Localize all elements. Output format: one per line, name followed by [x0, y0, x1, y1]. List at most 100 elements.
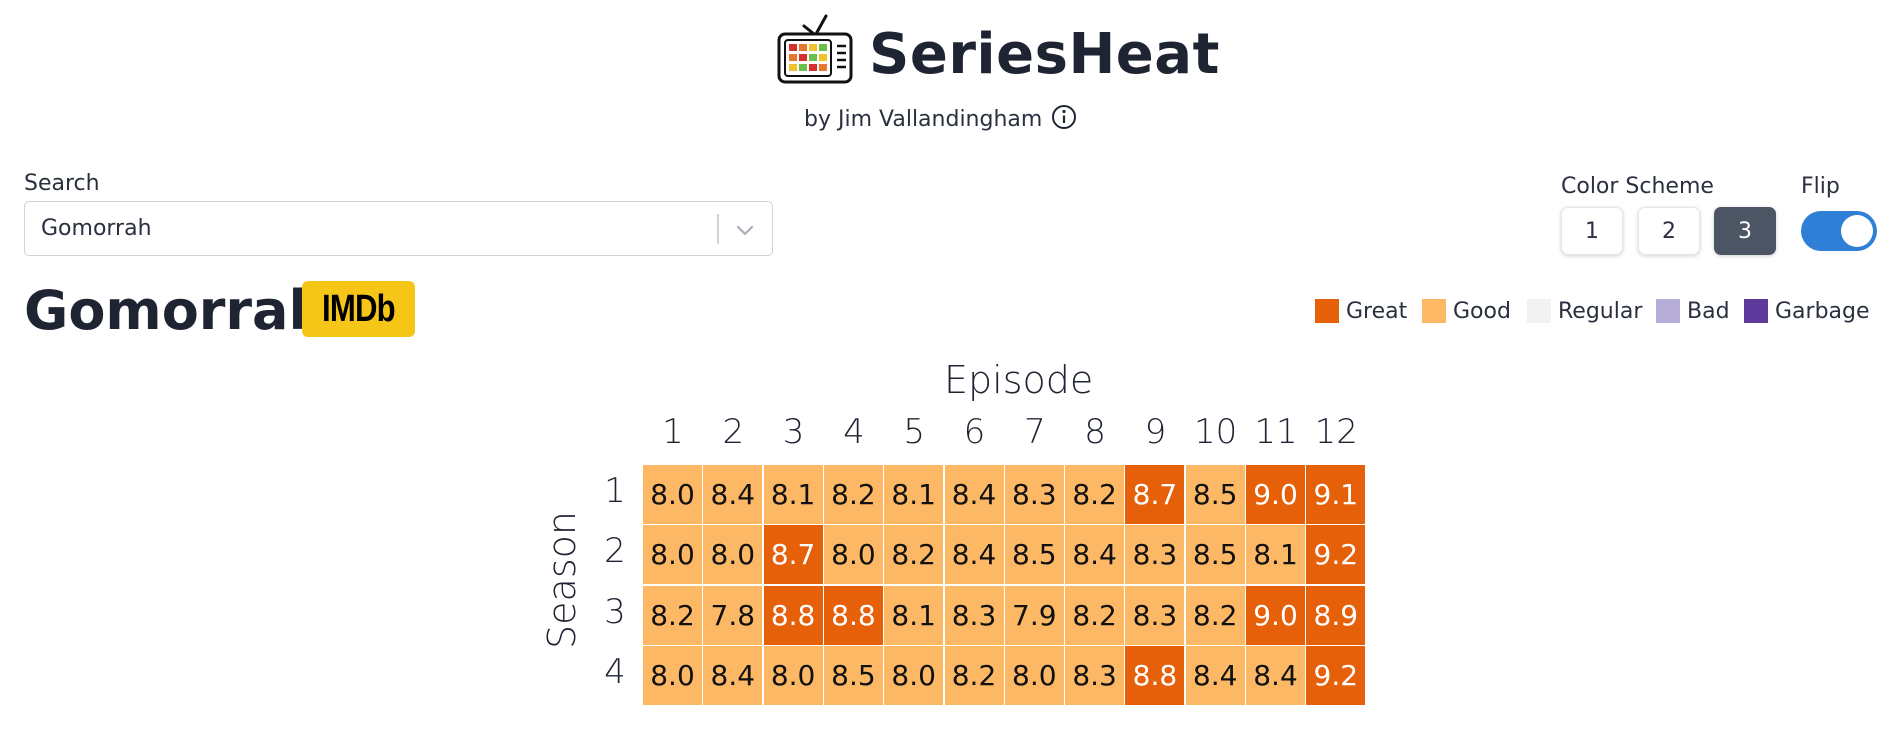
- search-divider: [717, 214, 719, 244]
- heatmap-cell[interactable]: 8.0: [884, 645, 944, 705]
- episode-tick-label: 12: [1314, 412, 1358, 452]
- heatmap-cell[interactable]: 8.1: [763, 465, 823, 524]
- heatmap-cell[interactable]: 9.2: [1306, 525, 1366, 585]
- heatmap-cell[interactable]: 8.5: [1185, 525, 1245, 585]
- legend-label: Great: [1346, 298, 1408, 324]
- heatmap-cell[interactable]: 8.0: [823, 525, 883, 585]
- heatmap-cell[interactable]: 8.4: [944, 465, 1004, 524]
- toggle-knob: [1841, 215, 1873, 247]
- imdb-logo-text: IMDb: [322, 287, 396, 330]
- episode-tick-label: 7: [1023, 412, 1046, 452]
- heatmap-cell[interactable]: 9.2: [1306, 645, 1366, 705]
- heatmap-cell[interactable]: 8.4: [1246, 645, 1305, 705]
- byline: by Jim Vallandingham: [804, 107, 1043, 132]
- heatmap-cell[interactable]: 8.5: [1004, 525, 1064, 585]
- legend-swatch-regular: [1527, 299, 1551, 323]
- legend-label: Good: [1453, 298, 1511, 324]
- heatmap-cell[interactable]: 8.2: [1185, 585, 1245, 645]
- season-tick-label: 1: [604, 471, 626, 511]
- color-scheme-button-2[interactable]: 2: [1638, 207, 1700, 255]
- legend-label: Bad: [1687, 298, 1730, 324]
- y-axis-title: Season: [540, 511, 584, 649]
- search-input[interactable]: Gomorrah: [24, 201, 773, 256]
- heatmap-cell[interactable]: 8.7: [763, 525, 823, 585]
- legend-item-great: Great: [1315, 296, 1407, 326]
- heatmap-cell[interactable]: 8.8: [1125, 645, 1185, 705]
- color-scheme-button-1[interactable]: 1: [1561, 207, 1623, 255]
- app-header: SeriesHeat by Jim Vallandingham: [0, 0, 1899, 140]
- heatmap-cell[interactable]: 8.2: [884, 525, 944, 585]
- heatmap-cell[interactable]: 8.3: [1125, 585, 1185, 645]
- heatmap-cell[interactable]: 8.7: [1125, 465, 1185, 524]
- heatmap-cell[interactable]: 8.0: [643, 645, 702, 705]
- info-icon[interactable]: [1050, 103, 1078, 131]
- legend-swatch-bad: [1656, 299, 1680, 323]
- heatmap-cell[interactable]: 8.8: [763, 585, 823, 645]
- episode-tick-label: 10: [1194, 412, 1238, 452]
- flip-label: Flip: [1801, 174, 1840, 199]
- heatmap-cell[interactable]: 9.0: [1246, 585, 1305, 645]
- heatmap-cell[interactable]: 8.2: [643, 585, 702, 645]
- episode-tick-label: 1: [662, 412, 684, 452]
- heatmap-cell[interactable]: 8.2: [1065, 585, 1125, 645]
- heatmap-cell[interactable]: 8.3: [944, 585, 1004, 645]
- color-scheme-button-3[interactable]: 3: [1714, 207, 1776, 255]
- heatmap-cell[interactable]: 8.3: [1004, 465, 1064, 524]
- episode-tick-label: 9: [1144, 412, 1167, 452]
- episode-tick-label: 11: [1254, 412, 1298, 452]
- heatmap-cell[interactable]: 8.5: [1185, 465, 1245, 524]
- episode-tick-label: 6: [963, 412, 986, 452]
- heatmap-cell[interactable]: 8.4: [1065, 525, 1125, 585]
- heatmap-cell[interactable]: 8.2: [823, 465, 883, 524]
- legend-swatch-great: [1315, 299, 1339, 323]
- heatmap-cell[interactable]: 7.8: [703, 585, 763, 645]
- legend-swatch-garbage: [1744, 299, 1768, 323]
- heatmap-cell[interactable]: 8.0: [643, 465, 702, 524]
- episode-tick-label: 2: [722, 412, 745, 452]
- tv-heatmap-icon: [776, 12, 854, 88]
- episode-tick-label: 3: [782, 412, 805, 452]
- legend-label: Garbage: [1775, 298, 1870, 324]
- imdb-link[interactable]: IMDb: [302, 281, 415, 337]
- legend-item-bad: Bad: [1656, 296, 1730, 326]
- heatmap-cell[interactable]: 8.4: [1185, 645, 1245, 705]
- heatmap-cell[interactable]: 8.4: [703, 465, 763, 524]
- heatmap-cell[interactable]: 8.8: [823, 585, 883, 645]
- heatmap-cell[interactable]: 8.1: [884, 585, 944, 645]
- episode-tick-label: 4: [843, 412, 865, 452]
- heatmap-cell[interactable]: 8.9: [1306, 585, 1366, 645]
- legend-swatch-good: [1422, 299, 1446, 323]
- color-scheme-label: Color Scheme: [1561, 174, 1714, 199]
- flip-toggle[interactable]: [1801, 211, 1877, 251]
- legend-item-garbage: Garbage: [1744, 296, 1870, 326]
- heatmap-cell[interactable]: 8.0: [1004, 645, 1064, 705]
- heatmap-cell[interactable]: 7.9: [1004, 585, 1064, 645]
- app-title: SeriesHeat: [869, 22, 1220, 87]
- episode-tick-label: 5: [903, 412, 925, 452]
- search-label: Search: [24, 171, 100, 196]
- heatmap-cell[interactable]: 8.1: [884, 465, 944, 524]
- heatmap-cell[interactable]: 8.1: [1246, 525, 1305, 585]
- heatmap-cell[interactable]: 8.3: [1125, 525, 1185, 585]
- season-tick-label: 4: [604, 651, 626, 692]
- heatmap-cell[interactable]: 8.0: [763, 645, 823, 705]
- heatmap-cell[interactable]: 8.0: [703, 525, 763, 585]
- heatmap-cell[interactable]: 8.5: [823, 645, 883, 705]
- search-value: Gomorrah: [41, 216, 152, 241]
- heatmap-cell[interactable]: 8.0: [643, 525, 702, 585]
- heatmap-cell[interactable]: 9.1: [1306, 465, 1366, 524]
- season-tick-label: 2: [604, 531, 626, 572]
- legend-item-good: Good: [1422, 296, 1511, 326]
- heatmap-cell[interactable]: 8.2: [944, 645, 1004, 705]
- x-axis-title: Episode: [944, 358, 1094, 402]
- legend-label: Regular: [1558, 298, 1643, 324]
- heatmap-cell[interactable]: 9.0: [1246, 465, 1305, 524]
- heatmap-cell[interactable]: 8.4: [944, 525, 1004, 585]
- heatmap-cell[interactable]: 8.3: [1065, 645, 1125, 705]
- season-tick-label: 3: [604, 591, 626, 632]
- chevron-down-icon[interactable]: [733, 218, 757, 242]
- heatmap-cell[interactable]: 8.4: [703, 645, 763, 705]
- legend-item-regular: Regular: [1527, 296, 1642, 326]
- episode-tick-label: 8: [1084, 412, 1106, 452]
- heatmap-cell[interactable]: 8.2: [1065, 465, 1125, 524]
